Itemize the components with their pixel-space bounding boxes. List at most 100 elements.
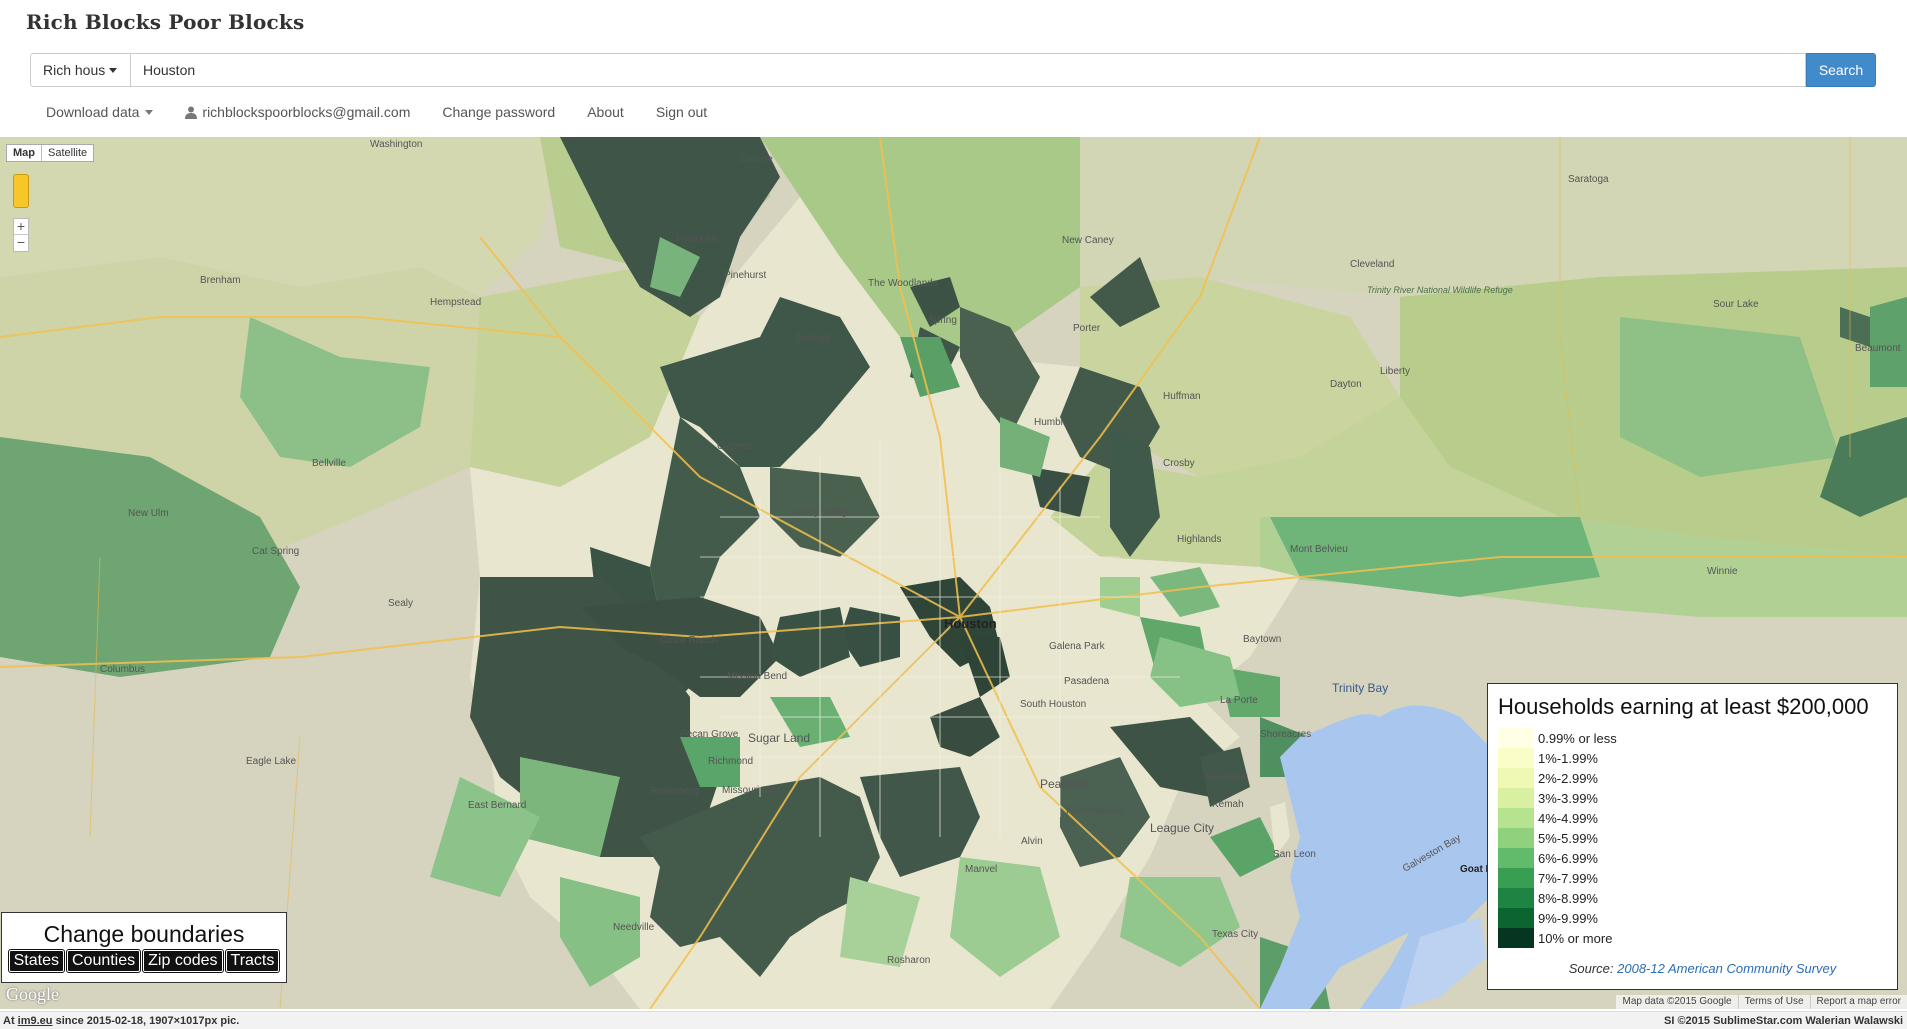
place-label: Cinco Ranch — [660, 635, 717, 646]
legend-item: 0.99% or less — [1498, 728, 1897, 748]
place-label: Needville — [613, 922, 655, 933]
place-label: Pecan Grove — [680, 729, 739, 740]
place-label: La Porte — [1220, 695, 1258, 706]
place-label: Tomball — [795, 333, 829, 344]
street-view-pegman-icon[interactable] — [13, 174, 29, 208]
app: Rich Blocks Poor Blocks Rich hous Search… — [0, 0, 1907, 1029]
nav-bar: Download data richblockspoorblocks@gmail… — [30, 100, 723, 124]
map-type-control: Map Satellite — [6, 144, 95, 162]
dataset-selector[interactable]: Rich hous — [30, 53, 131, 87]
place-label: Highlands — [1177, 534, 1221, 545]
legend-item: 5%-5.99% — [1498, 828, 1897, 848]
legend-source-prefix: Source: — [1568, 961, 1618, 976]
site-title[interactable]: Rich Blocks Poor Blocks — [26, 10, 304, 34]
place-label: Eagle Lake — [246, 756, 296, 767]
place-label: Huffman — [1163, 391, 1201, 402]
place-label: Sealy — [388, 598, 413, 609]
legend-swatch — [1498, 788, 1534, 808]
legend-item: 7%-7.99% — [1498, 868, 1897, 888]
place-label: Galena Park — [1049, 641, 1106, 652]
account-email: richblockspoorblocks@gmail.com — [202, 104, 411, 120]
legend-swatch — [1498, 828, 1534, 848]
legend-item: 6%-6.99% — [1498, 848, 1897, 868]
place-label: Conroe — [740, 154, 773, 165]
account-link[interactable]: richblockspoorblocks@gmail.com — [169, 104, 426, 120]
legend-swatch — [1498, 888, 1534, 908]
place-label: Shoreacres — [1260, 729, 1311, 740]
place-label: Bellville — [312, 458, 346, 469]
change-boundaries-title: Change boundaries — [43, 921, 245, 947]
place-label: Saratoga — [1568, 174, 1609, 185]
place-label: Missouri City — [722, 785, 779, 796]
place-label: Pearland — [1040, 777, 1088, 791]
place-label: Kemah — [1212, 799, 1244, 810]
place-label: New Ulm — [128, 508, 169, 519]
download-data-menu[interactable]: Download data — [30, 104, 169, 120]
map-data-attribution: Map data ©2015 Google — [1622, 996, 1732, 1007]
footer-prefix: At — [3, 1015, 18, 1027]
map-type-map-button[interactable]: Map — [7, 145, 42, 161]
legend-label: 9%-9.99% — [1538, 910, 1598, 926]
boundary-zip-codes-button[interactable]: Zip codes — [142, 949, 224, 973]
place-label: Winnie — [1707, 566, 1738, 577]
zoom-control: + − — [13, 218, 29, 252]
legend-items: 0.99% or less 1%-1.99% 2%-2.99% 3%-3.99% 4%-… — [1498, 728, 1897, 948]
place-label: Hempstead — [430, 297, 481, 308]
place-label: East Bernard — [468, 800, 526, 811]
place-label: Houston — [944, 616, 997, 631]
caret-down-icon — [109, 67, 118, 73]
place-label: Jersey Village — [790, 507, 853, 518]
place-label: Sour Lake — [1713, 299, 1759, 310]
legend-label: 3%-3.99% — [1538, 790, 1598, 806]
boundary-options: States Counties Zip codes Tracts — [2, 949, 286, 973]
legend-swatch — [1498, 868, 1534, 888]
place-label: League City — [1150, 821, 1214, 835]
map-type-satellite-button[interactable]: Satellite — [42, 145, 93, 161]
place-label: New Caney — [1062, 235, 1114, 246]
user-icon — [185, 106, 198, 119]
legend-label: 2%-2.99% — [1538, 770, 1598, 786]
place-label: Porter — [1073, 323, 1101, 334]
boundary-tracts-button[interactable]: Tracts — [224, 949, 281, 973]
place-label: Beaumont — [1855, 343, 1901, 354]
sign-out-link[interactable]: Sign out — [640, 104, 723, 120]
legend-swatch — [1498, 908, 1534, 928]
place-label: Rosenberg — [650, 786, 699, 797]
place-label: Columbus — [100, 664, 145, 675]
legend-source-link[interactable]: 2008-12 American Community Survey — [1617, 961, 1836, 976]
place-label: Baytown — [1243, 634, 1281, 645]
search-input[interactable] — [131, 53, 1806, 87]
place-label: Trinity River National Wildlife Refuge — [1367, 285, 1513, 295]
boundary-counties-button[interactable]: Counties — [65, 949, 142, 973]
page-footer: At im9.eu since 2015-02-18, 1907×1017px … — [0, 1011, 1907, 1029]
place-label: Humble — [1034, 417, 1069, 428]
download-data-label: Download data — [46, 104, 140, 120]
footer-suffix: since 2015-02-18, 1907×1017px pic. — [52, 1015, 240, 1027]
legend-swatch — [1498, 728, 1534, 748]
dataset-selector-label: Rich hous — [43, 62, 106, 78]
legend-source: Source: 2008-12 American Community Surve… — [1508, 961, 1897, 976]
report-map-error-link[interactable]: Report a map error — [1809, 995, 1907, 1009]
zoom-out-button[interactable]: − — [14, 235, 28, 251]
google-logo[interactable]: Google — [6, 984, 59, 1005]
place-label: Pinehurst — [724, 270, 766, 281]
place-label: Manvel — [965, 864, 997, 875]
footer-site-link[interactable]: im9.eu — [18, 1015, 53, 1027]
place-label: Alvin — [1021, 836, 1043, 847]
about-link[interactable]: About — [571, 104, 640, 120]
change-boundaries-panel: Change boundaries States Counties Zip co… — [1, 912, 287, 983]
caret-down-icon — [145, 109, 154, 115]
place-label: South Houston — [1020, 699, 1086, 710]
legend-title: Households earning at least $200,000 — [1498, 694, 1869, 719]
place-label: Cypress — [717, 441, 754, 452]
legend-swatch — [1498, 768, 1534, 788]
place-label: Cat Spring — [252, 546, 299, 557]
boundary-states-button[interactable]: States — [7, 949, 65, 973]
search-bar: Rich hous Search — [30, 53, 1876, 87]
terms-of-use-link[interactable]: Terms of Use — [1737, 995, 1810, 1009]
place-label: The Woodlands — [868, 278, 938, 289]
zoom-in-button[interactable]: + — [14, 219, 28, 235]
change-password-link[interactable]: Change password — [426, 104, 571, 120]
legend-label: 7%-7.99% — [1538, 870, 1598, 886]
search-button[interactable]: Search — [1806, 53, 1876, 87]
